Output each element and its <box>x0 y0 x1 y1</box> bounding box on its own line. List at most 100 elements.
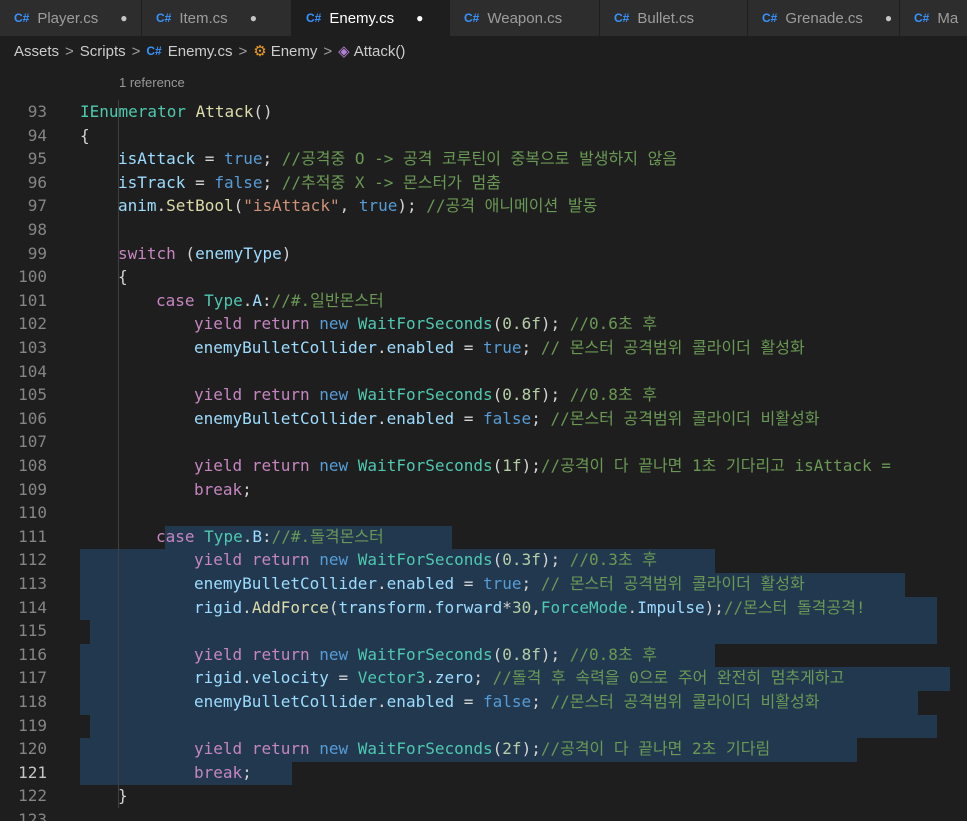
breadcrumb-file[interactable]: Enemy.cs <box>168 43 233 60</box>
code-token: ( <box>492 314 503 334</box>
code-token: return <box>251 739 310 759</box>
unsaved-dot-icon[interactable]: ● <box>120 11 127 25</box>
code-line[interactable]: 104 <box>0 360 967 384</box>
code-line[interactable]: 119 <box>0 714 967 738</box>
code-line[interactable]: 113 enemyBulletCollider.enabled = true; /… <box>0 572 967 596</box>
code-line[interactable]: 102 yield return new WaitForSeconds(0.6f)… <box>0 312 967 336</box>
breadcrumb: Assets > Scripts > C# Enemy.cs > ⚙ Enemy… <box>0 36 967 66</box>
code-text: yield return new WaitForSeconds(0.3f); /… <box>194 548 657 572</box>
code-line[interactable]: 116 yield return new WaitForSeconds(0.8f)… <box>0 643 967 667</box>
tab-weapon-cs[interactable]: C# Weapon.cs <box>450 0 600 36</box>
code-line[interactable]: 94 { <box>0 124 967 148</box>
code-token: ); <box>704 597 724 617</box>
tab-ma[interactable]: C# Ma <box>900 0 967 36</box>
code-line[interactable]: 115 <box>0 619 967 643</box>
code-line[interactable]: 95 isAttack = true; //공격중 O -> 공격 코루틴이 중복… <box>0 147 967 171</box>
code-token: ( <box>492 644 503 664</box>
code-line[interactable]: 122} <box>0 784 967 808</box>
code-editor[interactable]: 1 reference 92} 93IEnumerator Attack()94{… <box>0 66 967 821</box>
code-line[interactable]: 99 switch (enemyType) <box>0 242 967 266</box>
code-token: //몬스터 공격범위 콜라이더 비활성화 <box>550 408 820 428</box>
code-line[interactable]: 118 enemyBulletCollider.enabled = false; … <box>0 690 967 714</box>
code-line[interactable]: 107 <box>0 430 967 454</box>
code-line[interactable]: 109 break; <box>0 478 967 502</box>
code-line[interactable]: 111 case Type.B://#.돌격몬스터 <box>0 525 967 549</box>
breadcrumb-separator: > <box>131 42 141 60</box>
code-line[interactable]: 101 case Type.A://#.일반몬스터 <box>0 289 967 313</box>
code-line[interactable]: 97 anim.SetBool("isAttack", true); //공격 애… <box>0 194 967 218</box>
tab-grenade-cs[interactable]: C# Grenade.cs ● <box>748 0 900 36</box>
line-number: 101 <box>18 290 47 310</box>
breadcrumb-class[interactable]: Enemy <box>271 43 318 60</box>
line-number: 93 <box>27 102 47 121</box>
code-token: //0.6초 후 <box>569 314 657 334</box>
code-token: ); <box>521 739 541 759</box>
code-token: enabled <box>386 692 455 711</box>
code-text: yield return new WaitForSeconds(1f);//공격… <box>194 454 891 478</box>
code-line[interactable]: 114 rigid.AddForce(transform.forward*30,F… <box>0 596 967 620</box>
code-token: Attack <box>195 102 254 121</box>
code-line[interactable]: 123 <box>0 808 967 821</box>
code-line[interactable]: 103 enemyBulletCollider.enabled = true; /… <box>0 336 967 360</box>
code-line[interactable]: 98 <box>0 218 967 242</box>
code-token: //추적중 X -> 몬스터가 멈춤 <box>281 172 501 192</box>
code-line[interactable]: 121 break; <box>0 761 967 785</box>
code-text: isAttack = true; //공격중 O -> 공격 코루틴이 중복으로… <box>118 147 677 171</box>
code-line[interactable]: 100 { <box>0 265 967 289</box>
code-line[interactable]: 96 isTrack = false; //추적중 X -> 몬스터가 멈춤 <box>0 171 967 195</box>
breadcrumb-scripts[interactable]: Scripts <box>80 43 126 60</box>
code-line[interactable]: 105 yield return new WaitForSeconds(0.8f)… <box>0 383 967 407</box>
line-number: 123 <box>18 810 47 821</box>
code-line[interactable]: 93 IEnumerator Attack() <box>0 100 967 124</box>
line-number: 103 <box>18 338 47 357</box>
code-line[interactable]: 110 <box>0 501 967 525</box>
tab-enemy-cs[interactable]: C# Enemy.cs ● <box>292 0 450 36</box>
code-token: velocity <box>251 668 329 688</box>
codelens-references[interactable]: 1 reference <box>119 75 185 90</box>
code-line[interactable]: 106 enemyBulletCollider.enabled = false; … <box>0 407 967 431</box>
code-line[interactable]: 108 yield return new WaitForSeconds(1f);/… <box>0 454 967 478</box>
tab-bullet-cs[interactable]: C# Bullet.cs <box>600 0 748 36</box>
code-token: = <box>185 172 215 192</box>
breadcrumb-assets[interactable]: Assets <box>14 43 59 60</box>
code-token: yield <box>194 456 243 475</box>
tab-label: Bullet.cs <box>637 9 695 27</box>
code-token: //#.돌격몬스터 <box>271 526 384 546</box>
code-token: //공격이 다 끝나면 2초 기다림 <box>540 739 771 759</box>
line-number: 96 <box>27 172 47 192</box>
tab-player-cs[interactable]: C# Player.cs ● <box>0 0 142 36</box>
code-line[interactable]: 117 rigid.velocity = Vector3.zero; //돌격 후… <box>0 666 967 690</box>
code-token: new <box>319 644 349 664</box>
unsaved-dot-icon[interactable]: ● <box>416 11 423 25</box>
code-token: forward <box>434 597 503 617</box>
code-token: Type <box>204 290 243 310</box>
code-token: ; <box>521 338 541 357</box>
code-line[interactable]: 92} <box>0 66 967 69</box>
code-line[interactable]: 112 yield return new WaitForSeconds(0.3f)… <box>0 548 967 572</box>
code-token: rigid <box>194 668 243 688</box>
code-token: B <box>252 526 262 546</box>
code-token: false <box>214 172 263 192</box>
tab-item-cs[interactable]: C# Item.cs ● <box>142 0 292 36</box>
code-token: //공격이 다 끝나면 1초 기다리고 isAttack = <box>540 456 891 475</box>
code-token: . <box>156 196 167 216</box>
breadcrumb-method[interactable]: Attack() <box>354 43 406 60</box>
code-token: enemyBulletCollider <box>194 692 378 711</box>
code-token: ; <box>473 668 493 688</box>
code-token: , <box>339 196 359 216</box>
code-text: } <box>118 784 128 808</box>
code-token: ( <box>492 385 503 405</box>
code-token: ; <box>262 149 282 169</box>
unsaved-dot-icon[interactable]: ● <box>250 11 257 25</box>
line-number: 115 <box>18 621 47 641</box>
line-number: 110 <box>18 503 47 523</box>
code-line[interactable]: 120 yield return new WaitForSeconds(2f);/… <box>0 737 967 761</box>
line-number: 119 <box>18 715 47 735</box>
unsaved-dot-icon[interactable]: ● <box>885 11 892 25</box>
line-number: 106 <box>18 408 47 428</box>
code-token: enabled <box>386 408 455 428</box>
